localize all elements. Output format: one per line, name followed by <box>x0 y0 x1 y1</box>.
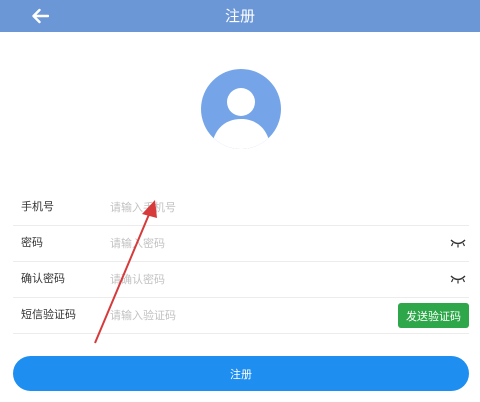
register-button[interactable]: 注册 <box>13 356 469 391</box>
eye-closed-icon[interactable] <box>449 236 467 250</box>
send-code-button[interactable]: 发送验证码 <box>398 303 469 328</box>
confirm-password-label: 确认密码 <box>21 272 65 285</box>
sms-code-label: 短信验证码 <box>21 308 76 321</box>
phone-row: 手机号 <box>13 189 469 226</box>
top-bar: 注册 <box>0 0 480 32</box>
password-label: 密码 <box>21 236 43 249</box>
phone-label: 手机号 <box>21 200 54 213</box>
phone-input[interactable] <box>110 197 350 217</box>
password-input[interactable] <box>110 233 350 253</box>
page-title: 注册 <box>224 7 255 25</box>
confirm-password-input[interactable] <box>110 269 350 289</box>
password-row: 密码 <box>13 225 469 262</box>
avatar[interactable] <box>201 69 281 149</box>
user-avatar-icon <box>211 88 271 149</box>
sms-code-input[interactable] <box>110 305 350 325</box>
confirm-password-row: 确认密码 <box>13 261 469 298</box>
sms-code-row: 短信验证码 发送验证码 <box>13 297 469 334</box>
eye-closed-icon[interactable] <box>449 272 467 286</box>
